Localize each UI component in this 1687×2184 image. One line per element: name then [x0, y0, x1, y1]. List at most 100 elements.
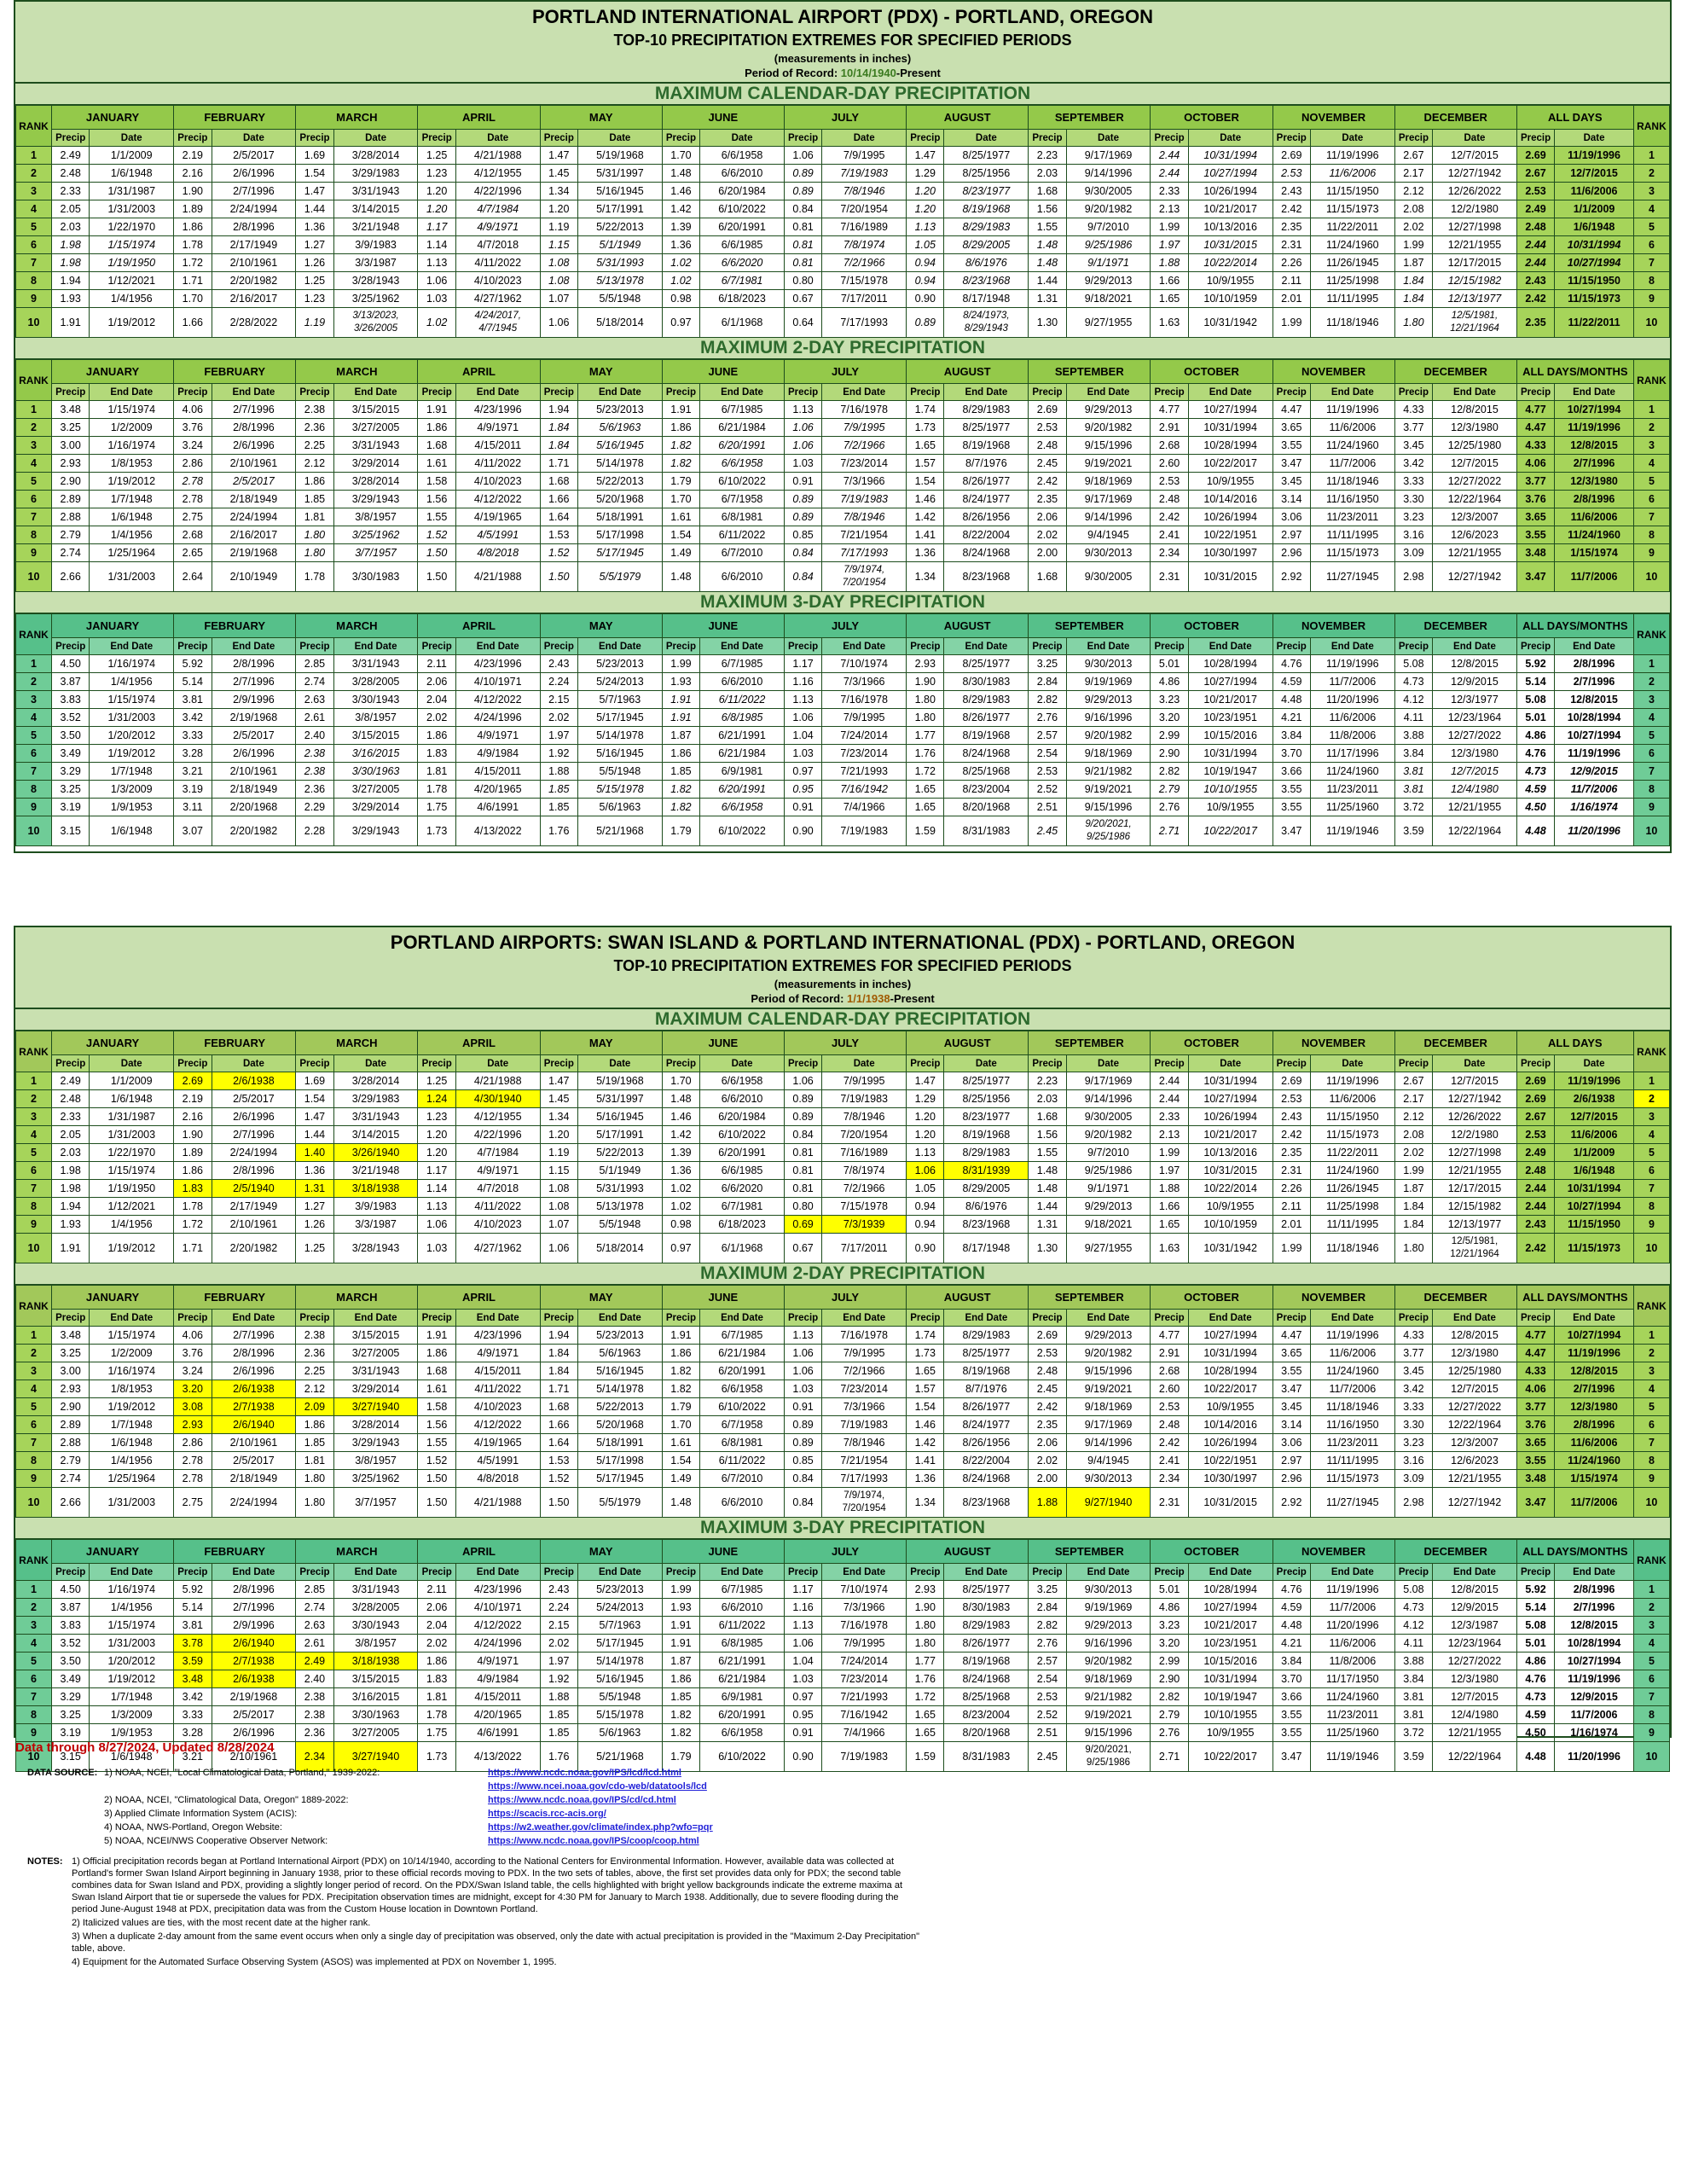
rank-cell: 4	[1632, 1634, 1671, 1653]
precip-cell: 2.35	[1272, 218, 1311, 236]
subheader-row: Precip End Date Precip End Date Precip End Da…	[16, 1563, 1670, 1581]
precip-cell: 3.14	[1272, 1415, 1311, 1434]
data-source-link[interactable]: https://www.ncei.noaa.gov/cdo-web/datato…	[488, 1780, 707, 1793]
two-day-table: RANK JANUARY FEBRUARY MARCH APRIL MAY JUNE JULY…	[15, 1285, 1671, 1518]
date-cell: 6/6/2020	[699, 253, 785, 272]
date-cell: 7/19/1983	[821, 1415, 907, 1434]
precip-cell: 2.24	[539, 1598, 579, 1617]
date-cell: 1/15/1974	[89, 1326, 175, 1345]
precip-cell: 3.84	[1394, 744, 1434, 763]
date-cell: 11/19/1996	[1554, 146, 1634, 165]
precip-cell: 1.65	[906, 1705, 945, 1724]
precip-cell: 1.13	[783, 690, 823, 709]
precip-cell: 2.24	[539, 672, 579, 691]
precip-cell: 2.67	[1394, 146, 1434, 165]
date-cell: 4/27/1962	[455, 289, 541, 308]
date-cell: 7/17/1993	[821, 543, 907, 562]
precip-cell: 1.36	[661, 1161, 701, 1180]
rank-cell: 7	[1632, 508, 1671, 526]
precip-cell: 1.80	[295, 526, 334, 544]
date-cell: 11/19/1996	[1309, 1072, 1395, 1090]
data-source-link[interactable]: https://www.ncdc.noaa.gov/IPS/lcd/lcd.ht…	[488, 1766, 681, 1780]
date-cell: 10/31/2015	[1187, 1487, 1273, 1518]
date-cell: 3/28/1943	[333, 271, 419, 290]
precip-cell: 1.55	[1028, 1143, 1067, 1162]
precip-header: Precip	[661, 383, 701, 401]
rank-cell: 4	[1632, 1125, 1671, 1144]
precip-cell: 1.13	[783, 1616, 823, 1635]
precip-cell: 3.77	[1516, 1397, 1556, 1416]
precip-cell: 2.00	[1028, 543, 1067, 562]
date-cell: 12/3/1987	[1432, 1616, 1517, 1635]
date-cell: 10/22/1951	[1187, 1451, 1273, 1470]
precip-cell: 2.31	[1150, 561, 1189, 592]
rank-header: RANK	[1632, 1031, 1671, 1072]
rank-cell: 9	[15, 543, 52, 562]
precip-cell: 0.95	[783, 1705, 823, 1724]
rank-cell: 7	[15, 1687, 52, 1706]
date-cell: 5/16/1945	[577, 1362, 663, 1380]
date-cell: 11/6/2006	[1554, 182, 1634, 200]
rank-cell: 6	[1632, 235, 1671, 254]
rank-cell: 9	[15, 1215, 52, 1234]
precip-cell: 2.23	[1028, 1072, 1067, 1090]
date-cell: 5/18/1991	[577, 508, 663, 526]
date-cell: 5/17/1991	[577, 1125, 663, 1144]
precip-cell: 2.67	[1394, 1072, 1434, 1090]
date-cell: 1/19/1950	[89, 1179, 175, 1198]
rank-cell: 4	[1632, 454, 1671, 473]
precip-cell: 0.98	[661, 289, 701, 308]
rank-cell: 8	[1632, 1705, 1671, 1724]
precip-cell: 1.86	[173, 218, 212, 236]
date-cell: 11/15/1950	[1309, 1107, 1395, 1126]
all-days-header: ALL DAYS	[1516, 105, 1634, 130]
data-source-link[interactable]: https://www.ncdc.noaa.gov/IPS/cd/cd.html	[488, 1793, 676, 1807]
data-source-link[interactable]: https://www.ncdc.noaa.gov/IPS/coop/coop.…	[488, 1834, 699, 1848]
precip-cell: 1.76	[539, 816, 579, 846]
precip-cell: 0.69	[783, 1215, 823, 1234]
rank-cell: 6	[15, 1670, 52, 1688]
date-cell: 9/27/1955	[1065, 307, 1151, 338]
data-source-link[interactable]: https://scacis.rcc-acis.org/	[488, 1807, 606, 1821]
date-cell: 9/18/1969	[1065, 472, 1151, 491]
precip-cell: 2.91	[1150, 1344, 1189, 1362]
date-cell: 9/16/1996	[1065, 1634, 1151, 1653]
data-source-link[interactable]: https://w2.weather.gov/climate/index.php…	[488, 1821, 713, 1834]
rank-cell: 7	[15, 762, 52, 781]
precip-cell: 4.76	[1516, 744, 1556, 763]
date-cell: 4/9/1971	[455, 418, 541, 437]
month-header: OCTOBER	[1150, 105, 1273, 130]
date-cell: 6/7/2010	[699, 1469, 785, 1488]
precip-cell: 0.89	[783, 1415, 823, 1434]
date-cell: 1/6/1948	[1554, 218, 1634, 236]
precip-cell: 1.13	[906, 1143, 945, 1162]
precip-cell: 2.82	[1150, 762, 1189, 781]
page-subtitle: TOP-10 PRECIPITATION EXTREMES FOR SPECIF…	[613, 957, 1072, 974]
date-cell: 4/10/1971	[455, 672, 541, 691]
three-day-title: MAXIMUM 3-DAY PRECIPITATION	[15, 1518, 1670, 1539]
date-cell: 6/10/2022	[699, 200, 785, 218]
precip-cell: 2.92	[1272, 561, 1311, 592]
date-cell: 8/6/1976	[943, 253, 1029, 272]
date-cell: 1/15/1974	[89, 400, 175, 419]
precip-cell: 3.65	[1272, 1344, 1311, 1362]
date-cell: 6/6/1958	[699, 798, 785, 816]
rank-cell: 10	[1632, 1233, 1671, 1263]
precip-cell: 1.80	[295, 1469, 334, 1488]
table-row: 8 3.25 1/3/2009 3.19 2/18/1949 2.36 3/27/2005 1…	[15, 780, 1671, 799]
precip-header: Precip	[539, 1054, 579, 1072]
date-cell: 9/29/2013	[1065, 690, 1151, 709]
precip-cell: 4.06	[173, 1326, 212, 1345]
notes-list: NOTES: 1) Official precipitation records …	[27, 1856, 1136, 1970]
date-cell: 6/20/1991	[699, 436, 785, 455]
date-cell: 10/22/2014	[1187, 253, 1273, 272]
precip-cell: 2.97	[1272, 526, 1311, 544]
date-cell: 5/18/1991	[577, 1433, 663, 1452]
precip-cell: 3.70	[1272, 1670, 1311, 1688]
precip-header: Precip	[50, 383, 90, 401]
precip-cell: 1.85	[539, 1723, 579, 1742]
date-cell: 1/19/2012	[89, 1233, 175, 1263]
precip-cell: 1.80	[295, 1487, 334, 1518]
date-cell: 6/18/2023	[699, 1215, 785, 1234]
date-cell: 8/23/1968	[943, 561, 1029, 592]
